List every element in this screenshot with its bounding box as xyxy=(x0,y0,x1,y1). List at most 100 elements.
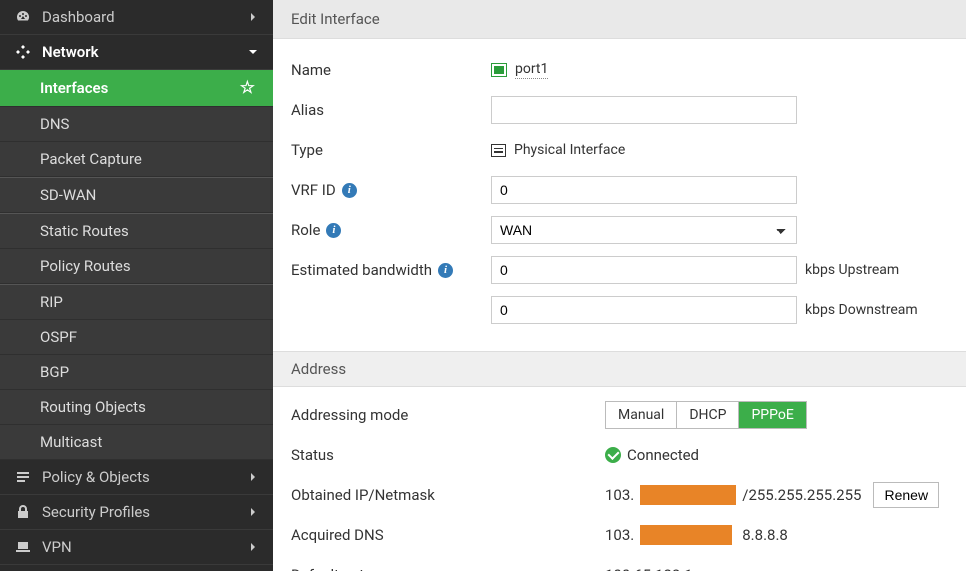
redacted-block xyxy=(640,525,732,545)
address-area: Addressing mode Manual DHCP PPPoE Status… xyxy=(273,387,966,571)
lock-icon xyxy=(14,503,32,521)
label-status: Status xyxy=(291,446,334,464)
name-value: port1 xyxy=(515,61,548,79)
sidebar-item-label: Interfaces xyxy=(40,79,108,97)
sidebar-item-label: OSPF xyxy=(40,328,77,346)
row-name: Name port1 xyxy=(291,55,948,85)
bandwidth-up-unit: kbps Upstream xyxy=(805,262,899,278)
sidebar-item-sdwan[interactable]: SD-WAN xyxy=(0,178,273,213)
sidebar-item-ospf[interactable]: OSPF xyxy=(0,320,273,355)
bandwidth-down-unit: kbps Downstream xyxy=(805,302,918,318)
vrf-input[interactable] xyxy=(491,176,797,204)
sidebar-item-user-auth[interactable]: User & Authentication xyxy=(0,565,273,571)
sidebar-item-label: Multicast xyxy=(40,433,102,451)
sidebar: Dashboard Network Interfaces ☆ DNS Packe… xyxy=(0,0,273,571)
dns-prefix: 103. xyxy=(605,526,634,544)
row-bandwidth-down: kbps Downstream xyxy=(291,295,948,325)
sidebar-item-dashboard[interactable]: Dashboard xyxy=(0,0,273,35)
form-area: Name port1 Alias Type Physical Interface… xyxy=(273,39,966,341)
sidebar-item-label: SD-WAN xyxy=(40,186,96,204)
sidebar-item-label: Routing Objects xyxy=(40,398,146,416)
row-acquired-dns: Acquired DNS 103. 8.8.8.8 xyxy=(291,521,948,549)
row-type: Type Physical Interface xyxy=(291,135,948,165)
sidebar-item-static-routes[interactable]: Static Routes xyxy=(0,214,273,249)
sidebar-item-security-profiles[interactable]: Security Profiles xyxy=(0,495,273,530)
sidebar-item-dns[interactable]: DNS xyxy=(0,107,273,142)
chevron-down-icon xyxy=(247,46,259,58)
sidebar-item-label: VPN xyxy=(42,538,72,556)
status-value: Connected xyxy=(627,446,699,464)
mode-dhcp[interactable]: DHCP xyxy=(677,402,739,428)
info-icon[interactable]: i xyxy=(342,183,357,198)
sidebar-item-vpn[interactable]: VPN xyxy=(0,530,273,565)
chevron-right-icon xyxy=(247,506,259,518)
page-title: Edit Interface xyxy=(273,0,966,39)
network-icon xyxy=(14,43,32,61)
label-gateway: Default gateway xyxy=(291,566,399,571)
mode-manual[interactable]: Manual xyxy=(606,402,677,428)
sidebar-item-label: RIP xyxy=(40,293,63,311)
sidebar-item-bgp[interactable]: BGP xyxy=(0,355,273,390)
sidebar-item-packet-capture[interactable]: Packet Capture xyxy=(0,142,273,177)
info-icon[interactable]: i xyxy=(438,263,453,278)
bandwidth-downstream-input[interactable] xyxy=(491,296,797,324)
sidebar-item-label: Policy Routes xyxy=(40,257,131,275)
sidebar-item-label: Static Routes xyxy=(40,222,129,240)
row-status: Status Connected xyxy=(291,441,948,469)
main-content: Edit Interface Name port1 Alias Type Phy… xyxy=(273,0,966,571)
ip-suffix: /255.255.255.255 xyxy=(742,486,861,504)
chevron-right-icon xyxy=(247,541,259,553)
row-role: Role i WAN xyxy=(291,215,948,245)
bandwidth-upstream-input[interactable] xyxy=(491,256,797,284)
label-name: Name xyxy=(291,61,331,79)
sidebar-item-interfaces[interactable]: Interfaces ☆ xyxy=(0,70,273,107)
row-bandwidth-up: Estimated bandwidth i kbps Upstream xyxy=(291,255,948,285)
label-vrf: VRF ID xyxy=(291,181,336,199)
check-icon xyxy=(605,447,621,463)
sidebar-item-routing-objects[interactable]: Routing Objects xyxy=(0,390,273,425)
chevron-right-icon xyxy=(247,11,259,23)
label-dns: Acquired DNS xyxy=(291,526,384,544)
dns2: 8.8.8.8 xyxy=(742,526,788,544)
sidebar-item-label: DNS xyxy=(40,115,69,133)
sidebar-item-policy-routes[interactable]: Policy Routes xyxy=(0,249,273,284)
label-alias: Alias xyxy=(291,101,324,119)
type-value: Physical Interface xyxy=(514,142,625,158)
label-mode: Addressing mode xyxy=(291,406,408,424)
policy-icon xyxy=(14,468,32,486)
info-icon[interactable]: i xyxy=(326,223,341,238)
mode-segment-group: Manual DHCP PPPoE xyxy=(605,401,807,429)
sidebar-item-label: Dashboard xyxy=(42,8,115,26)
row-alias: Alias xyxy=(291,95,948,125)
sidebar-item-rip[interactable]: RIP xyxy=(0,285,273,320)
renew-button[interactable]: Renew xyxy=(873,482,939,508)
sidebar-item-network[interactable]: Network xyxy=(0,35,273,70)
sidebar-item-multicast[interactable]: Multicast xyxy=(0,425,273,460)
sidebar-item-label: Policy & Objects xyxy=(42,468,150,486)
gauge-icon xyxy=(14,8,32,26)
sidebar-item-label: Packet Capture xyxy=(40,150,142,168)
mode-pppoe[interactable]: PPPoE xyxy=(739,402,805,428)
alias-input[interactable] xyxy=(491,96,797,124)
chevron-right-icon xyxy=(247,471,259,483)
redacted-block xyxy=(640,485,736,505)
star-icon[interactable]: ☆ xyxy=(240,78,259,98)
row-vrf: VRF ID i xyxy=(291,175,948,205)
row-addressing-mode: Addressing mode Manual DHCP PPPoE xyxy=(291,401,948,429)
role-select[interactable]: WAN xyxy=(491,216,797,244)
sidebar-item-label: BGP xyxy=(40,363,69,381)
label-type: Type xyxy=(291,141,323,159)
section-address-header: Address xyxy=(273,351,966,387)
label-bandwidth: Estimated bandwidth xyxy=(291,261,432,279)
sidebar-item-label: Network xyxy=(42,43,99,61)
label-role: Role xyxy=(291,221,320,239)
ip-prefix: 103. xyxy=(605,486,634,504)
port-icon xyxy=(491,63,507,77)
sidebar-item-policy-objects[interactable]: Policy & Objects xyxy=(0,460,273,495)
row-obtained-ip: Obtained IP/Netmask 103. /255.255.255.255… xyxy=(291,481,948,509)
label-ip: Obtained IP/Netmask xyxy=(291,486,435,504)
sidebar-item-label: Security Profiles xyxy=(42,503,150,521)
gateway-value: 100.65.128.1 xyxy=(605,566,693,571)
physical-interface-icon xyxy=(491,144,506,157)
laptop-icon xyxy=(14,538,32,556)
